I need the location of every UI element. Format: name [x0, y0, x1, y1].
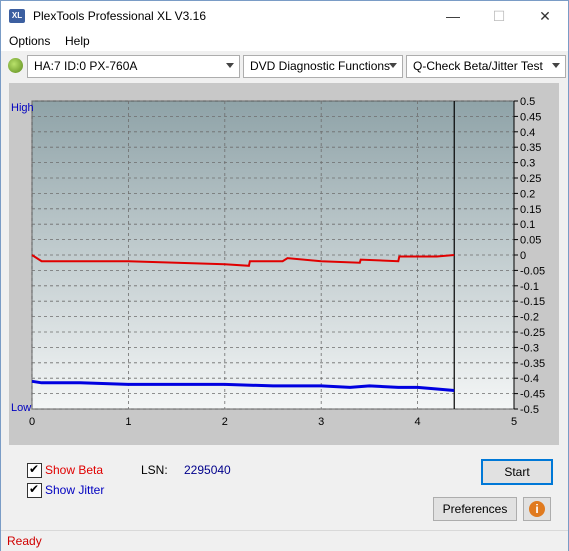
y-tick-label: 0.35	[520, 142, 541, 154]
y-tick-label: 0.2	[520, 188, 535, 200]
toolbar: HA:7 ID:0 PX-760A DVD Diagnostic Functio…	[1, 52, 568, 80]
beta-jitter-chart: 0.5 0.45 0.4 0.35 0.3 0.25 0.2 0.15 0.1 0.05 0 -0.0…	[11, 96, 545, 428]
chart-panel: 0.5 0.45 0.4 0.35 0.3 0.25 0.2 0.15 0.1 0.05 0 -0.0…	[9, 83, 559, 445]
info-icon: i	[529, 501, 545, 517]
status-text: Ready	[7, 534, 42, 548]
y-tick-label: 0	[520, 250, 526, 262]
window-title: PlexTools Professional XL V3.16	[33, 9, 206, 23]
check-icon: ✔	[29, 462, 40, 476]
chevron-down-icon	[226, 63, 234, 68]
y-tick-label: -0.25	[520, 327, 545, 339]
status-bar: Ready	[1, 530, 568, 551]
show-jitter-checkbox[interactable]: ✔	[27, 482, 42, 498]
test-select[interactable]: Q-Check Beta/Jitter Test	[406, 55, 566, 78]
x-tick-label: 2	[222, 416, 228, 428]
close-button[interactable]: ✕	[522, 1, 568, 31]
y-tick-label: -0.35	[520, 358, 545, 370]
y-tick-label: 0.45	[520, 111, 541, 123]
y-tick-label: -0.15	[520, 296, 545, 308]
chevron-down-icon	[552, 63, 560, 68]
drive-select[interactable]: HA:7 ID:0 PX-760A	[27, 55, 240, 78]
y-tick-label: 0.1	[520, 219, 535, 231]
show-jitter-label[interactable]: Show Jitter	[45, 483, 104, 497]
x-tick-label: 3	[318, 416, 324, 428]
menu-help[interactable]: Help	[65, 34, 90, 48]
y-tick-label: -0.4	[520, 373, 539, 385]
y-tick-label: 0.3	[520, 158, 535, 170]
y-tick-label: -0.1	[520, 281, 539, 293]
app-icon: XL	[9, 9, 25, 23]
y-tick-label: -0.3	[520, 342, 539, 354]
test-select-value: Q-Check Beta/Jitter Test	[413, 59, 543, 73]
y-tick-label: 0.25	[520, 173, 541, 185]
x-tick-label: 5	[511, 416, 517, 428]
menu-options[interactable]: Options	[9, 34, 50, 48]
show-beta-checkbox[interactable]: ✔	[27, 462, 42, 478]
x-tick-label: 0	[29, 416, 35, 428]
y-tick-label: -0.2	[520, 312, 539, 324]
function-select[interactable]: DVD Diagnostic Functions	[243, 55, 403, 78]
title-bar[interactable]: XL PlexTools Professional XL V3.16 — ☐ ✕	[1, 1, 568, 31]
controls-panel: ✔ Show Beta ✔ Show Jitter LSN: 2295040 S…	[9, 453, 559, 525]
y-tick-label: 0.15	[520, 204, 541, 216]
y-tick-label: -0.45	[520, 389, 545, 401]
x-tick-label: 1	[125, 416, 131, 428]
main-window: XL PlexTools Professional XL V3.16 — ☐ ✕…	[0, 0, 569, 551]
drive-select-value: HA:7 ID:0 PX-760A	[34, 59, 138, 73]
minimize-button[interactable]: —	[430, 1, 476, 31]
preferences-button[interactable]: Preferences	[433, 497, 517, 521]
y-tick-label: -0.5	[520, 404, 539, 416]
lsn-value: 2295040	[184, 463, 231, 477]
menu-bar: Options Help	[1, 31, 568, 51]
y-tick-label: -0.05	[520, 265, 545, 277]
start-button[interactable]: Start	[481, 459, 553, 485]
info-button[interactable]: i	[523, 497, 551, 521]
chevron-down-icon	[389, 63, 397, 68]
show-beta-label[interactable]: Show Beta	[45, 463, 103, 477]
y-tick-label: 0.05	[520, 235, 541, 247]
axis-low-label: Low	[11, 402, 31, 414]
check-icon: ✔	[29, 482, 40, 496]
lsn-label: LSN:	[141, 463, 168, 477]
x-tick-label: 4	[415, 416, 421, 428]
y-tick-label: 0.4	[520, 127, 535, 139]
y-tick-label: 0.5	[520, 96, 535, 108]
maximize-button[interactable]: ☐	[476, 1, 522, 31]
function-select-value: DVD Diagnostic Functions	[250, 59, 391, 73]
axis-high-label: High	[11, 102, 34, 114]
